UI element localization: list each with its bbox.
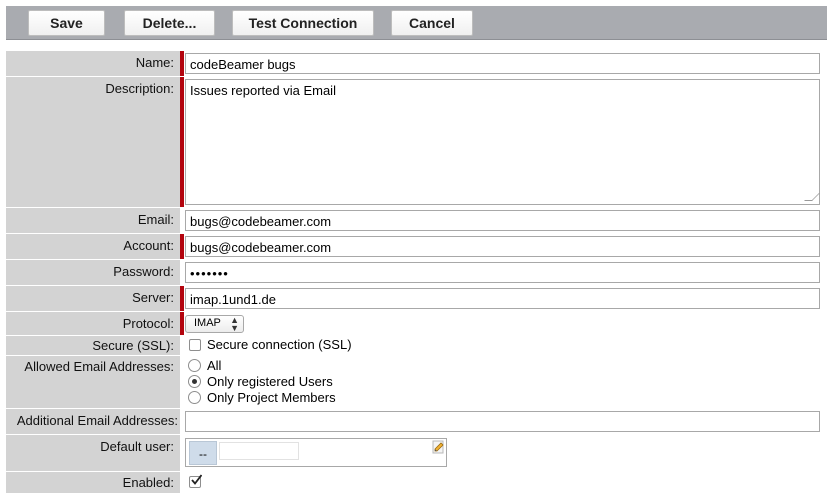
description-row: Description: Issues reported via Email [6, 77, 827, 207]
resize-handle-icon[interactable] [804, 193, 820, 201]
allowed-label: Allowed Email Addresses: [6, 356, 180, 408]
name-row: Name: codeBeamer bugs [6, 51, 827, 76]
radio-project-members-label[interactable]: Only Project Members [207, 390, 336, 405]
required-marker [180, 234, 184, 259]
password-label: Password: [6, 260, 180, 285]
password-input[interactable]: ••••••• [185, 262, 820, 283]
additional-row: Additional Email Addresses: [6, 409, 827, 434]
account-label: Account: [6, 234, 180, 259]
test-connection-button[interactable]: Test Connection [232, 10, 374, 36]
default-user-input[interactable] [219, 442, 299, 460]
description-text: Issues reported via Email [190, 83, 336, 98]
default-user-row: Default user: -- [6, 435, 827, 471]
name-input[interactable]: codeBeamer bugs [185, 53, 820, 74]
description-textarea[interactable]: Issues reported via Email [185, 79, 820, 205]
additional-label: Additional Email Addresses: [6, 409, 180, 434]
protocol-select[interactable]: IMAP ▲ ▼ [185, 315, 244, 333]
email-input[interactable]: bugs@codebeamer.com [185, 210, 820, 231]
radio-project-members[interactable] [188, 391, 201, 404]
secure-checkbox[interactable] [189, 339, 201, 351]
server-row: Server: imap.1und1.de [6, 286, 827, 311]
account-input[interactable]: bugs@codebeamer.com [185, 236, 820, 257]
user-chip[interactable]: -- [189, 441, 217, 465]
save-button[interactable]: Save [28, 10, 105, 36]
secure-label: Secure (SSL): [6, 336, 180, 355]
enabled-label: Enabled: [6, 472, 180, 493]
pencil-icon[interactable] [431, 440, 445, 454]
enabled-row: Enabled: [6, 472, 827, 493]
required-marker [180, 286, 184, 311]
email-row: Email: bugs@codebeamer.com [6, 208, 827, 233]
required-marker [180, 51, 184, 76]
required-marker [180, 77, 184, 207]
server-label: Server: [6, 286, 180, 311]
default-user-label: Default user: [6, 435, 180, 471]
email-label: Email: [6, 208, 180, 233]
description-label: Description: [6, 77, 180, 207]
additional-email-input[interactable] [185, 411, 820, 432]
password-row: Password: ••••••• [6, 260, 827, 285]
radio-all-label[interactable]: All [207, 358, 221, 373]
radio-registered-users-label[interactable]: Only registered Users [207, 374, 333, 389]
name-label: Name: [6, 51, 180, 76]
updown-arrows-icon: ▲ ▼ [230, 315, 239, 333]
enabled-checkbox[interactable] [189, 474, 202, 488]
secure-row: Secure (SSL): Secure connection (SSL) [6, 336, 827, 355]
protocol-label: Protocol: [6, 312, 180, 335]
allowed-row: Allowed Email Addresses: All Only regist… [6, 356, 827, 408]
account-row: Account: bugs@codebeamer.com [6, 234, 827, 259]
default-user-picker[interactable]: -- [185, 438, 447, 467]
radio-all[interactable] [188, 359, 201, 372]
server-input[interactable]: imap.1und1.de [185, 288, 820, 309]
delete-button[interactable]: Delete... [124, 10, 215, 36]
radio-registered-users[interactable] [188, 375, 201, 388]
protocol-row: Protocol: IMAP ▲ ▼ [6, 312, 827, 335]
required-marker [180, 312, 184, 335]
checkmark-icon [191, 474, 202, 485]
toolbar: Save Delete... Test Connection Cancel [6, 6, 827, 40]
secure-option-label[interactable]: Secure connection (SSL) [207, 337, 352, 352]
cancel-button[interactable]: Cancel [391, 10, 473, 36]
protocol-value: IMAP [194, 317, 221, 329]
